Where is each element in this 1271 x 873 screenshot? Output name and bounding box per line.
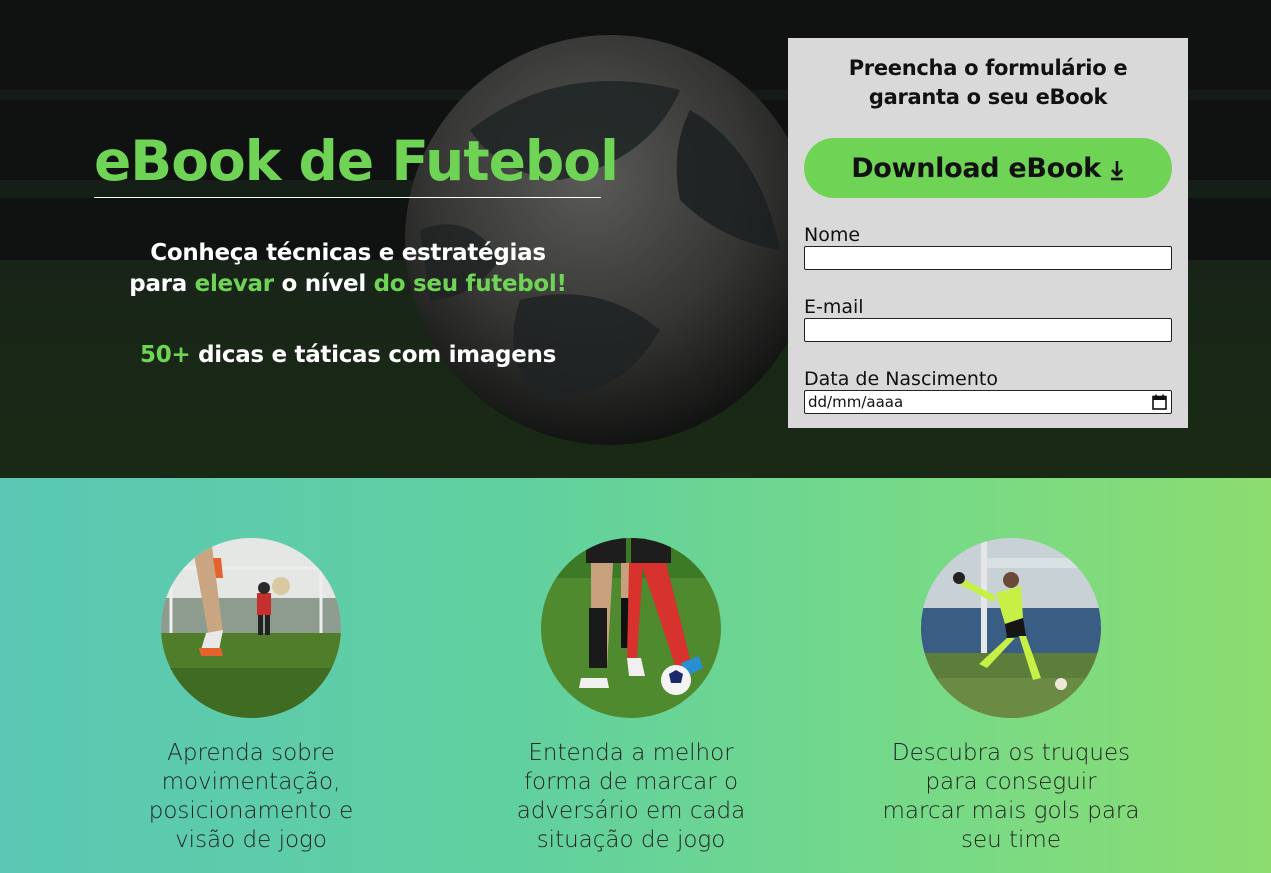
feature-card-movement: Aprenda sobre movimentação, posicionamen… xyxy=(121,538,381,855)
name-input[interactable] xyxy=(804,246,1172,270)
feature-text-marking: Entenda a melhor forma de marcar o adver… xyxy=(516,740,746,853)
signup-form: Preencha o formulário e garanta o seu eB… xyxy=(788,38,1188,428)
form-title: Preencha o formulário e garanta o seu eB… xyxy=(848,56,1128,109)
name-label: Nome xyxy=(804,224,861,246)
hero-subtitle-part-c: o nível xyxy=(273,271,374,297)
hero-subtitle-highlight-elevar: elevar xyxy=(194,271,274,297)
hero-tips-number: 50+ xyxy=(140,342,191,368)
hero-title-block: eBook de Futebol xyxy=(94,128,619,198)
hero-subtitle: Conheça técnicas e estratégias para elev… xyxy=(90,238,606,300)
hero-tips-text: dicas e táticas com imagens xyxy=(190,342,556,368)
hero-title-underline xyxy=(94,197,601,198)
hero-tips: 50+ dicas e táticas com imagens xyxy=(90,340,606,371)
hero-title: eBook de Futebol xyxy=(94,129,619,193)
hero-subtitle-part-a: para xyxy=(129,271,195,297)
download-button-label: Download eBook xyxy=(851,152,1101,184)
birthdate-placeholder: dd/mm/aaaa xyxy=(808,393,904,411)
email-label: E-mail xyxy=(804,296,864,318)
feature-card-marking: Entenda a melhor forma de marcar o adver… xyxy=(501,538,761,855)
hero-subtitle-highlight-futebol: do seu futebol! xyxy=(373,271,567,297)
feature-text-movement: Aprenda sobre movimentação, posicionamen… xyxy=(148,740,354,853)
features-section: Aprenda sobre movimentação, posicionamen… xyxy=(0,478,1271,873)
birthdate-label: Data de Nascimento xyxy=(804,368,998,390)
hero-section: eBook de Futebol Conheça técnicas e estr… xyxy=(0,0,1271,478)
feature-image-goalkeeper-kick xyxy=(921,538,1101,718)
feature-text-goals: Descubra os truques para conseguir marca… xyxy=(882,740,1140,853)
calendar-icon[interactable] xyxy=(1152,394,1167,410)
feature-image-tackle xyxy=(541,538,721,718)
email-input[interactable] xyxy=(804,318,1172,342)
feature-card-goals: Descubra os truques para conseguir marca… xyxy=(881,538,1141,855)
birthdate-input[interactable]: dd/mm/aaaa xyxy=(804,390,1172,414)
feature-image-goalkeeper xyxy=(161,538,341,718)
hero-subtitle-line1: Conheça técnicas e estratégias xyxy=(150,240,546,266)
download-ebook-button[interactable]: Download eBook xyxy=(804,138,1172,198)
download-arrow-icon xyxy=(1110,161,1123,181)
